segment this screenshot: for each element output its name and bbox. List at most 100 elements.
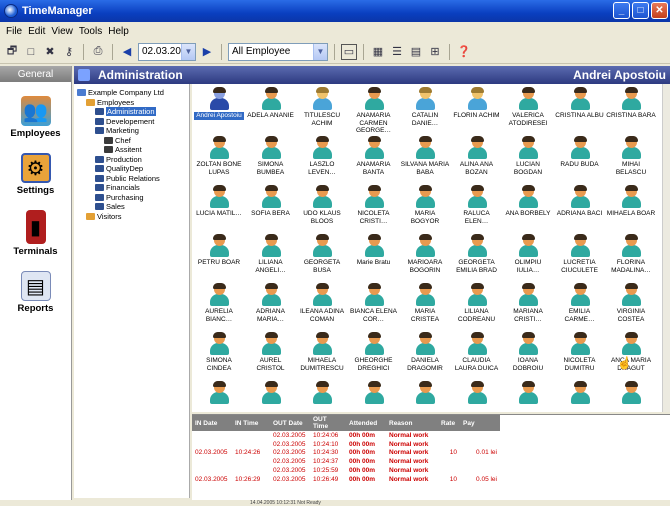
column-header[interactable]: Rate	[438, 415, 460, 431]
tree-item[interactable]: Public Relations	[74, 174, 189, 184]
tree-item[interactable]: Marketing	[74, 126, 189, 136]
employee-card[interactable]: FLORINA MADALINA…	[606, 234, 656, 274]
sidebar-item-reports[interactable]: ▤ Reports	[0, 271, 71, 314]
employee-card[interactable]	[400, 381, 450, 406]
employee-card[interactable]	[297, 381, 347, 406]
employee-card[interactable]: ANAMARIA BANTA	[349, 136, 399, 176]
employee-card[interactable]: ZOLTAN BONE LUPAS	[194, 136, 244, 176]
tree-item[interactable]: Administration	[74, 107, 189, 117]
employee-card[interactable]: PETRU BOAR	[194, 234, 244, 267]
menu-tools[interactable]: Tools	[79, 26, 102, 37]
employee-card[interactable]	[555, 381, 605, 406]
tree-item[interactable]: Financials	[74, 183, 189, 193]
properties-icon[interactable]: 🗗	[4, 44, 20, 60]
key-icon[interactable]: ⚷	[61, 44, 77, 60]
employee-card[interactable]: LUCIAN BOGDAN	[503, 136, 553, 176]
menu-file[interactable]: File	[6, 26, 22, 37]
employee-card[interactable]: SILVANA MARIA BABA	[400, 136, 450, 176]
employee-card[interactable]: SIMONA CINDEA	[194, 332, 244, 372]
chevron-down-icon[interactable]: ▼	[313, 43, 327, 60]
table-row[interactable]: 02.03.2005 10:24:10 00h 00m Normal work	[192, 440, 500, 449]
list-view-icon[interactable]: ☰	[389, 44, 405, 60]
small-icons-view-icon[interactable]: ▦	[370, 44, 386, 60]
employee-card[interactable]: LILIANA ANGELI…	[246, 234, 296, 274]
employee-card[interactable]	[503, 381, 553, 406]
minimize-button[interactable]: _	[613, 2, 630, 19]
table-row[interactable]: 02.03.2005 10:26:29 02.03.2005 10:26:49 00h …	[192, 475, 500, 484]
employee-card[interactable]	[194, 381, 244, 406]
employee-card[interactable]: TITULESCU ACHIM	[297, 87, 347, 127]
close-button[interactable]: ✕	[651, 2, 668, 19]
sidebar-item-settings[interactable]: ⚙ Settings	[0, 153, 71, 196]
tree-item[interactable]: Production	[74, 155, 189, 165]
employee-card[interactable]: SOFIA BERA	[246, 185, 296, 218]
employee-card[interactable]	[349, 381, 399, 406]
employee-card[interactable]: SIMONA BUMBEA	[246, 136, 296, 176]
employee-card[interactable]: ADRIANA MARIA…	[246, 283, 296, 323]
employee-card[interactable]: ADRIANA BACI	[555, 185, 605, 218]
menu-view[interactable]: View	[51, 26, 73, 37]
column-header[interactable]: OUT Time	[310, 415, 346, 431]
employee-card[interactable]: VALERICA ATODIRESEI	[503, 87, 553, 127]
employee-card[interactable]: ANAMARIA CARMEN GEORGE…	[349, 87, 399, 135]
employee-card[interactable]	[452, 381, 502, 406]
next-day-icon[interactable]: ▶	[199, 44, 215, 60]
column-header[interactable]: Reason	[386, 415, 438, 431]
grid-view-icon[interactable]: ⊞	[427, 44, 443, 60]
employee-card[interactable]: LILIANA CODREANU	[452, 283, 502, 323]
employee-card[interactable]: UDO KLAUS BLOOS	[297, 185, 347, 225]
employee-card[interactable]: MARIANA CRISTI…	[503, 283, 553, 323]
employee-card[interactable]: VIRGINIA COSTEA	[606, 283, 656, 323]
new-document-icon[interactable]: □	[23, 44, 39, 60]
large-icons-view-icon[interactable]: ▭	[341, 43, 357, 60]
employee-card[interactable]: CRISTINA BARA	[606, 87, 656, 120]
employee-filter-select[interactable]: All Employee ▼	[228, 42, 328, 61]
tree-item[interactable]: Employees	[74, 98, 189, 108]
employee-card[interactable]: MARIA CRISTEA	[400, 283, 450, 323]
employee-card[interactable]: CLAUDIA LAURA DUICA	[452, 332, 502, 372]
employee-card[interactable]: GHEORGHE DREGHICI	[349, 332, 399, 372]
employee-card[interactable]	[246, 381, 296, 406]
employee-card[interactable]: MIHAI BELASCU	[606, 136, 656, 176]
sidebar-item-terminals[interactable]: ▮ Terminals	[0, 210, 71, 257]
employee-card[interactable]: EMILIA CARME…	[555, 283, 605, 323]
employee-card[interactable]: ANA BORBELY	[503, 185, 553, 218]
employee-card[interactable]: IOANA DOBROIU	[503, 332, 553, 372]
employee-card[interactable]: LASZLO LEVEN…	[297, 136, 347, 176]
employee-card[interactable]: MARIOARA BOGORIN	[400, 234, 450, 274]
employee-card[interactable]: Andrei Apostoiu	[194, 87, 244, 120]
employee-card[interactable]: FLORIN ACHIM	[452, 87, 502, 120]
details-view-icon[interactable]: ▤	[408, 44, 424, 60]
employee-card[interactable]: ADELA ANANIE	[246, 87, 296, 120]
tree-item[interactable]: QualityDep	[74, 164, 189, 174]
employee-card[interactable]: RADU BUDA	[555, 136, 605, 169]
menu-help[interactable]: Help	[108, 26, 129, 37]
employee-card[interactable]: GEORGETA EMILIA BRAD	[452, 234, 502, 274]
employee-card[interactable]: CATALIN DANIE…	[400, 87, 450, 127]
employee-card[interactable]: LUCRETIA CIUCULETE	[555, 234, 605, 274]
table-row[interactable]: 02.03.2005 10:24:37 00h 00m Normal work	[192, 457, 500, 466]
tree-item[interactable]: Developement	[74, 117, 189, 127]
tree-item[interactable]: Sales	[74, 202, 189, 212]
general-tab[interactable]: General	[0, 66, 71, 82]
employee-card[interactable]: BIANCA ELENA COR…	[349, 283, 399, 323]
employee-card[interactable]: OLIMPIU IULIA…	[503, 234, 553, 274]
employee-card[interactable]: NICOLETA CRISTI…	[349, 185, 399, 225]
column-header[interactable]: IN Date	[192, 415, 232, 431]
employee-card[interactable]: RALUCA ELEN…	[452, 185, 502, 225]
employee-card[interactable]: LUCIA MATIL…	[194, 185, 244, 218]
employee-card[interactable]: Marie Bratu	[349, 234, 399, 267]
delete-icon[interactable]: ✖	[42, 44, 58, 60]
employee-card[interactable]: ALINA ANA BOZAN	[452, 136, 502, 176]
employee-card[interactable]: MIHAELA BOAR	[606, 185, 656, 218]
tree-item[interactable]: Purchasing	[74, 193, 189, 203]
print-icon[interactable]: ⎙	[90, 44, 106, 60]
employee-card[interactable]: AUREL CRISTOL	[246, 332, 296, 372]
maximize-button[interactable]: □	[632, 2, 649, 19]
employee-card[interactable]: CRISTINA ALBU	[555, 87, 605, 120]
chevron-down-icon[interactable]: ▼	[181, 43, 195, 60]
column-header[interactable]: Pay	[460, 415, 500, 431]
employee-card[interactable]: ILEANA ADINA COMAN	[297, 283, 347, 323]
tree-item[interactable]: Visitors	[74, 212, 189, 222]
employee-card[interactable]: MARIA BOGYOR	[400, 185, 450, 225]
